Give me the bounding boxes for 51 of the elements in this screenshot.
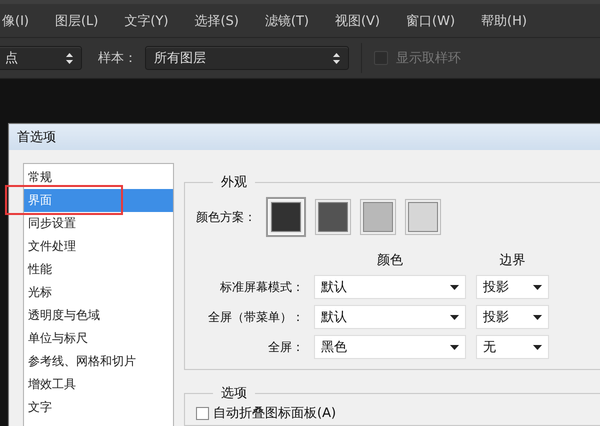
menu-item[interactable]: 滤镜(T) bbox=[264, 12, 321, 30]
category-item[interactable]: 透明度与色域 bbox=[24, 304, 173, 327]
caret-down-icon bbox=[450, 344, 459, 350]
category-item[interactable]: 单位与标尺 bbox=[24, 327, 173, 350]
color-scheme-label: 颜色方案： bbox=[196, 208, 256, 226]
mode-label: 全屏： bbox=[267, 338, 304, 356]
up-down-caret-icon bbox=[66, 52, 73, 64]
menu-item[interactable]: 图层(L) bbox=[54, 12, 110, 30]
caret-down-icon bbox=[450, 314, 459, 320]
color-scheme-swatch[interactable] bbox=[405, 199, 441, 235]
border-dropdown[interactable]: 投影 bbox=[476, 275, 549, 299]
menu-item[interactable]: 文字(Y) bbox=[124, 12, 180, 30]
up-down-caret-icon bbox=[333, 52, 340, 64]
sample-label: 样本： bbox=[98, 50, 137, 67]
color-dropdown[interactable]: 默认 bbox=[314, 275, 466, 299]
color-scheme-swatch[interactable] bbox=[315, 199, 351, 235]
category-item[interactable]: 参考线、网格和切片 bbox=[24, 350, 173, 373]
caret-down-icon bbox=[533, 344, 542, 350]
checkbox-label: 自动折叠图标面板(A) bbox=[213, 405, 336, 422]
menu-item[interactable]: 像(I) bbox=[2, 12, 41, 30]
color-dropdown[interactable]: 黑色 bbox=[314, 335, 466, 359]
column-header: 颜色 bbox=[376, 252, 404, 269]
category-item[interactable]: 增效工具 bbox=[24, 373, 173, 396]
color-scheme-swatch[interactable] bbox=[266, 197, 306, 237]
border-dropdown[interactable]: 无 bbox=[476, 335, 549, 359]
category-item[interactable]: 文件处理 bbox=[24, 235, 173, 258]
category-item[interactable]: 光标 bbox=[24, 281, 173, 304]
border-dropdown[interactable]: 投影 bbox=[476, 305, 549, 329]
sample-dropdown[interactable]: 所有图层 bbox=[145, 46, 349, 70]
column-header: 边界 bbox=[498, 252, 526, 269]
menu-item[interactable]: 帮助(H) bbox=[481, 12, 539, 30]
mode-label: 全屏（带菜单）： bbox=[207, 308, 304, 326]
dialog-title: 首选项 bbox=[9, 124, 600, 150]
caret-down-icon bbox=[450, 284, 459, 290]
color-dropdown[interactable]: 默认 bbox=[314, 305, 466, 329]
mode-dropdown[interactable]: 点 bbox=[0, 46, 82, 70]
caret-down-icon bbox=[533, 314, 542, 320]
menu-item[interactable]: 选择(S) bbox=[194, 12, 251, 30]
category-item[interactable]: 文字 bbox=[24, 396, 173, 419]
group-title: 选项 bbox=[220, 385, 248, 402]
show-ring-label: 显示取样环 bbox=[396, 50, 461, 67]
checkbox[interactable] bbox=[196, 406, 209, 420]
group-title: 外观 bbox=[220, 174, 248, 191]
mode-label: 标准屏幕模式： bbox=[219, 278, 304, 296]
category-item[interactable]: 同步设置 bbox=[24, 212, 173, 235]
category-item[interactable]: 性能 bbox=[24, 258, 173, 281]
menu-item[interactable]: 窗口(W) bbox=[406, 12, 468, 30]
color-scheme-swatch[interactable] bbox=[360, 199, 396, 235]
category-item[interactable]: 常规 bbox=[24, 166, 173, 189]
caret-down-icon bbox=[533, 284, 542, 290]
menu-item[interactable]: 视图(V) bbox=[334, 12, 392, 30]
